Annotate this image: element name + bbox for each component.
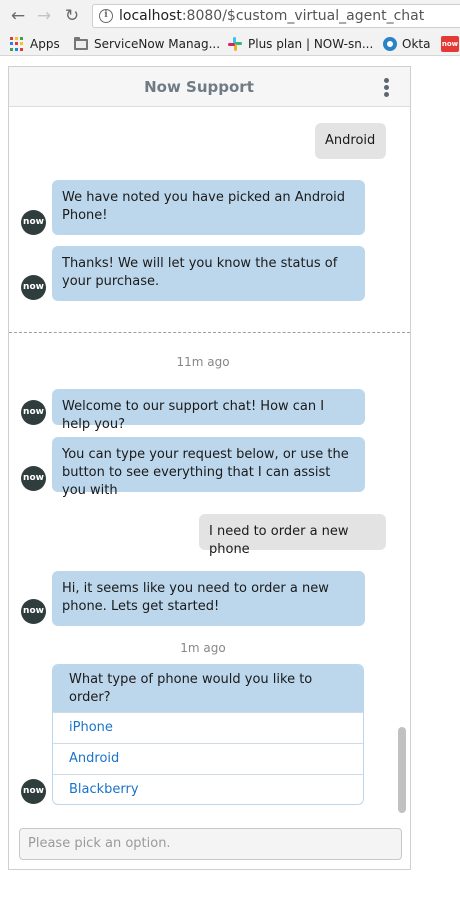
scrollbar-thumb[interactable] <box>398 727 406 813</box>
bot-message: Welcome to our support chat! How can I h… <box>52 389 365 432</box>
avatar: now <box>21 275 46 300</box>
bookmark-slack[interactable]: Plus plan | NOW-sn... <box>228 36 373 52</box>
chat-header: Now Support <box>9 67 410 107</box>
address-bar[interactable]: i localhost:8080/$custom_virtual_agent_c… <box>92 4 460 28</box>
bot-message: You can type your request below, or use … <box>52 437 365 498</box>
browser-toolbar: ← → ↻ i localhost:8080/$custom_virtual_a… <box>0 0 460 32</box>
avatar: now <box>21 400 46 425</box>
back-arrow-icon[interactable]: ← <box>8 6 28 26</box>
chat-title: Now Support <box>144 78 254 96</box>
option-android[interactable]: Android <box>53 743 363 774</box>
bookmark-label: Apps <box>30 37 60 51</box>
bookmark-now[interactable]: now <box>441 36 459 52</box>
bookmark-label: Okta <box>402 37 431 51</box>
bookmark-servicenow[interactable]: ServiceNow Manag... <box>74 36 220 52</box>
slack-icon <box>228 37 242 51</box>
option-blackberry[interactable]: Blackberry <box>53 774 363 804</box>
bookmark-label: ServiceNow Manag... <box>94 37 221 51</box>
bookmark-apps[interactable]: Apps <box>10 36 60 52</box>
avatar: now <box>21 466 46 491</box>
timestamp: 11m ago <box>176 355 230 369</box>
bookmarks-bar: Apps ServiceNow Manag... Plus plan | NOW… <box>0 32 460 56</box>
folder-icon <box>74 36 88 50</box>
bot-message: We have noted you have picked an Android… <box>52 180 365 235</box>
url-text: localhost:8080/$custom_virtual_agent_cha… <box>119 8 424 24</box>
url-host: localhost <box>119 8 182 24</box>
chat-window: Now Support Android now We have noted yo… <box>8 66 411 870</box>
timestamp: 1m ago <box>180 641 226 655</box>
more-options-icon[interactable] <box>384 78 390 98</box>
reload-icon[interactable]: ↻ <box>62 6 82 26</box>
bookmark-okta[interactable]: Okta <box>383 36 430 52</box>
bot-message: Hi, it seems like you need to order a ne… <box>52 571 365 626</box>
info-icon[interactable]: i <box>99 9 113 23</box>
url-path: :8080/$custom_virtual_agent_chat <box>181 8 425 24</box>
apps-grid-icon <box>10 37 24 51</box>
user-message: I need to order a new phone <box>199 514 386 557</box>
okta-icon <box>383 37 397 51</box>
option-iphone[interactable]: iPhone <box>53 712 363 743</box>
option-picker: What type of phone would you like to ord… <box>52 664 364 805</box>
user-message: Android <box>315 123 386 159</box>
history-separator <box>9 332 410 333</box>
now-logo-icon: now <box>441 36 459 52</box>
bot-message: Thanks! We will let you know the status … <box>52 246 365 301</box>
forward-arrow-icon[interactable]: → <box>34 6 54 26</box>
message-input[interactable]: Please pick an option. <box>19 828 402 860</box>
option-question: What type of phone would you like to ord… <box>53 665 363 712</box>
avatar: now <box>21 599 46 624</box>
avatar: now <box>21 210 46 235</box>
bookmark-label: Plus plan | NOW-sn... <box>248 37 374 51</box>
avatar: now <box>21 779 46 804</box>
